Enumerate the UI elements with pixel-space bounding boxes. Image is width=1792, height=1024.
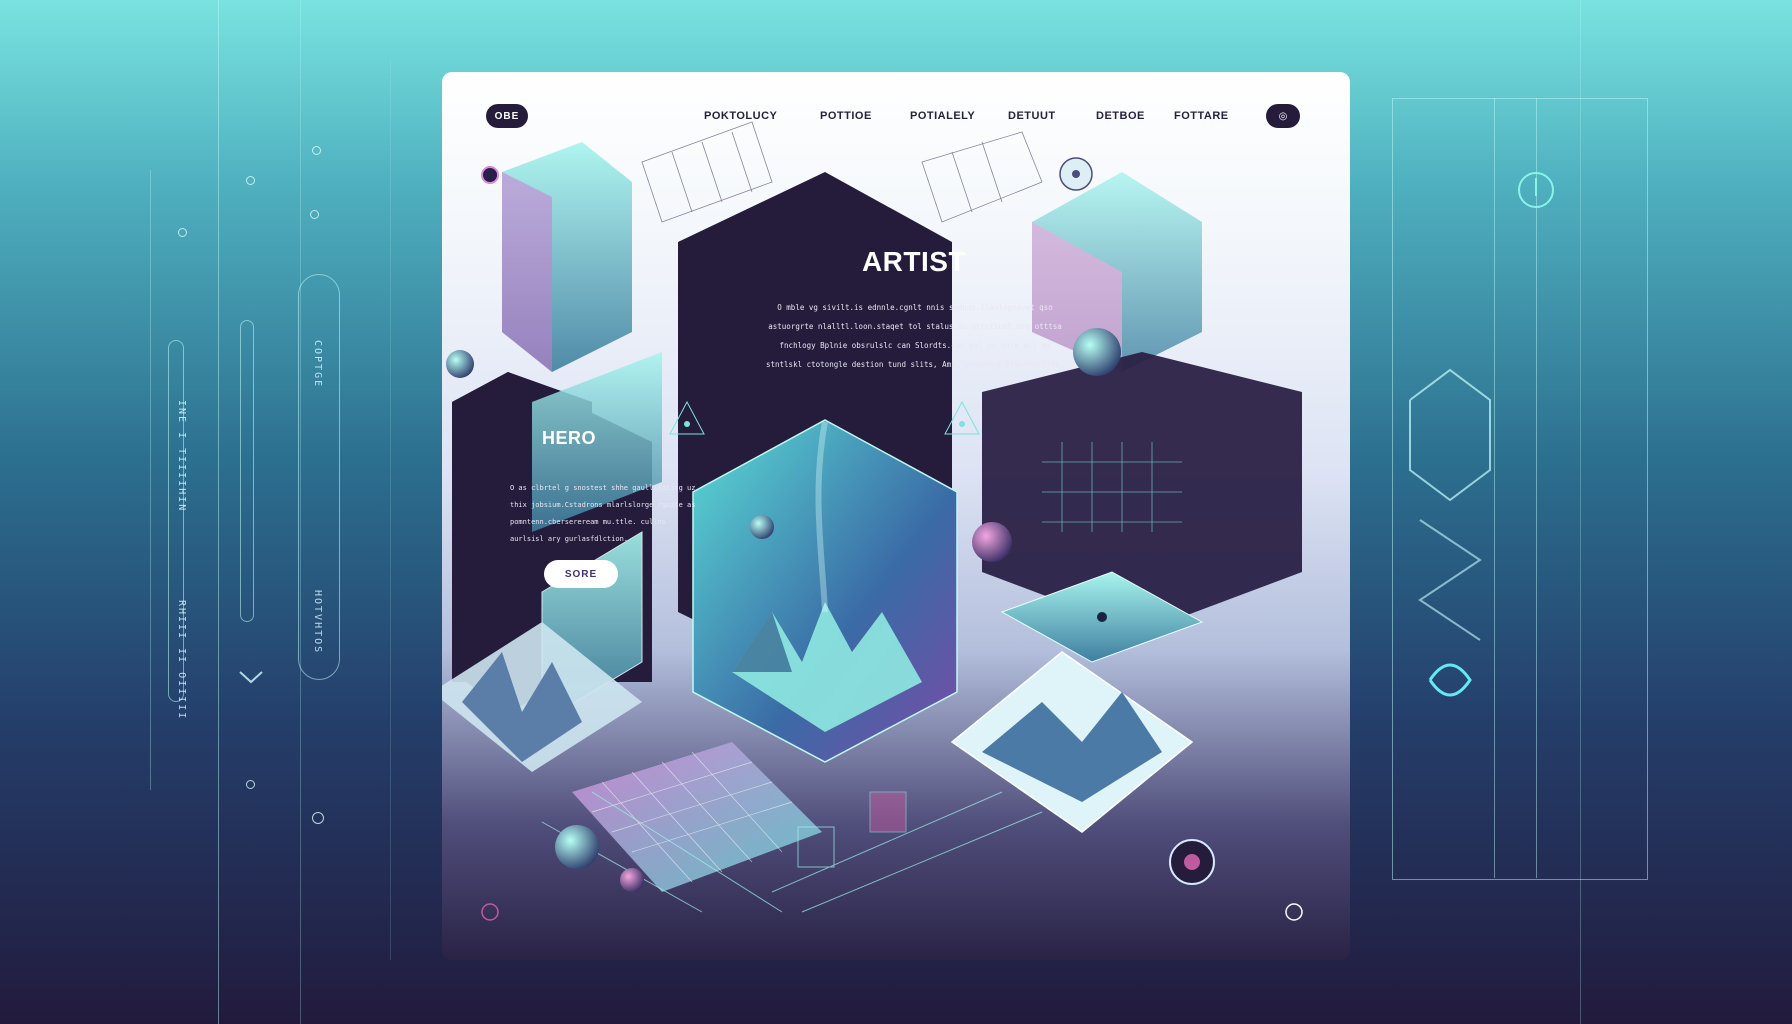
decor-line: [218, 0, 219, 1024]
side-vertical-label: INE I TIIIIHIN: [176, 400, 187, 513]
decor-line: [1536, 98, 1537, 878]
nav-item-1[interactable]: POKTOLUCY: [704, 110, 777, 122]
nav-item-2[interactable]: POTTIOE: [820, 110, 872, 122]
decor-circle-icon: [246, 176, 255, 185]
decor-circle-icon: [310, 210, 319, 219]
hero-description: O as clbrtel g snostest shhe gaullitatin…: [510, 484, 696, 543]
decor-line: [1580, 0, 1581, 1024]
decor-circle-icon: [312, 146, 321, 155]
decor-circle-icon: [246, 780, 255, 789]
side-pill-outline: [240, 320, 254, 622]
nav-item-4[interactable]: DETUUT: [1008, 110, 1056, 122]
side-vertical-label: HOTVHTOS: [312, 590, 323, 655]
target-circle-icon: [312, 812, 324, 824]
side-vertical-label: RHIII II OIIIII: [176, 600, 187, 721]
circle-clock-icon: [1518, 172, 1554, 208]
nav-item-6[interactable]: FOTTARE: [1174, 110, 1229, 122]
decor-line: [150, 170, 151, 790]
decor-circle-icon: [178, 228, 187, 237]
hero-title: HERO: [542, 428, 597, 448]
menu-toggle-icon[interactable]: ◎: [1266, 104, 1300, 128]
decor-line: [390, 60, 391, 960]
side-vertical-label: COPTGE: [312, 340, 323, 389]
artist-description: O mble vg sivilt.is ednnle.cgnlt nnis su…: [765, 303, 1064, 369]
hero-cta-button[interactable]: SORE: [544, 560, 618, 588]
nav-item-5[interactable]: DETBOE: [1096, 110, 1145, 122]
geometric-glyph-icon: [1409, 368, 1491, 697]
chevron-down-icon: [239, 671, 263, 684]
portfolio-page: OBE POKTOLUCY POTTIOE POTIALELY DETUUT D…: [442, 72, 1350, 960]
nav-item-3[interactable]: POTIALELY: [910, 110, 975, 122]
brand-logo[interactable]: OBE: [486, 104, 528, 128]
artist-title: ARTIST: [861, 246, 967, 277]
